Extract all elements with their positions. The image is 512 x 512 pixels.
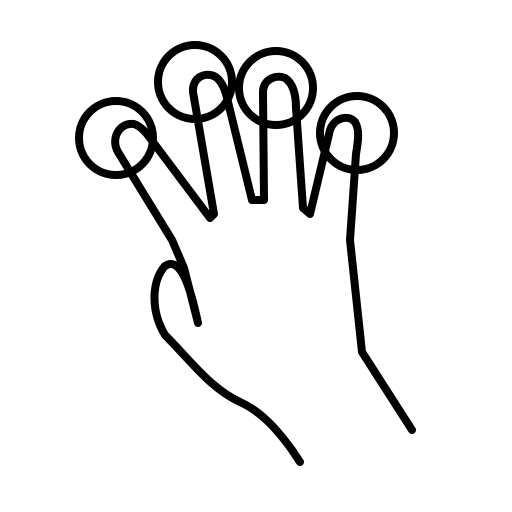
hand-path — [111, 70, 416, 466]
four-finger-tap-icon — [75, 41, 416, 466]
hand-outline — [75, 41, 416, 466]
touch-circle-ring — [235, 47, 317, 129]
icon-canvas — [0, 0, 512, 512]
